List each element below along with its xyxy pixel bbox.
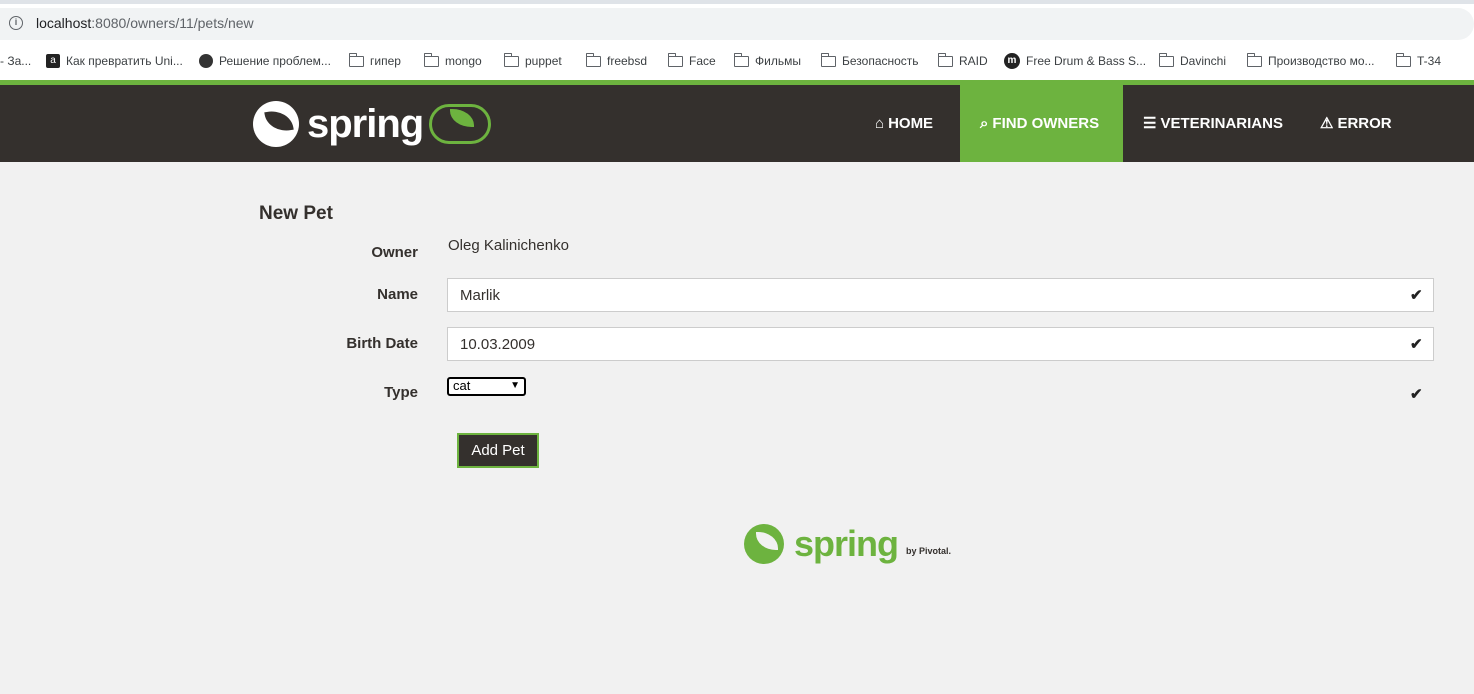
folder-icon <box>1246 52 1262 67</box>
folder-icon <box>820 52 836 67</box>
bookmark-label: Davinchi <box>1180 54 1227 68</box>
nav-find-owners[interactable]: ⌕ FIND OWNERS <box>960 85 1123 162</box>
list-icon: ☰ <box>1143 115 1157 132</box>
folder-icon <box>585 52 601 67</box>
folder-icon <box>423 52 439 67</box>
bookmark-label: puppet <box>525 54 562 68</box>
navbar: spring ⌂ HOME ⌕ FIND OWNERS ☰ VETERINARIANS… <box>0 85 1474 162</box>
spring-leaf-icon <box>253 101 299 147</box>
folder-icon <box>348 52 364 67</box>
footer-brand-text: spring <box>794 523 899 564</box>
bookmark-label: freebsd <box>607 54 648 68</box>
birth-date-label: Birth Date <box>346 335 418 352</box>
tab-strip-edge <box>0 0 1474 4</box>
bookmark-label: T-34 <box>1417 54 1442 68</box>
birth-date-input[interactable] <box>447 327 1434 361</box>
folder-icon <box>503 52 519 67</box>
bookmark-label: Face <box>689 54 716 68</box>
url-text[interactable]: localhost:8080/owners/11/pets/new <box>36 15 254 31</box>
name-valid-check-icon: ✔ <box>1410 287 1423 304</box>
bookmark-label: гипер <box>370 54 401 68</box>
cloud-leaf-icon <box>429 104 492 144</box>
nav-find-owners-label: FIND OWNERS <box>992 115 1100 132</box>
site-info-icon[interactable]: i <box>9 16 23 30</box>
folder-icon <box>733 52 749 67</box>
chevron-down-icon: ▼ <box>510 380 520 391</box>
bookmark-folder[interactable]: mongo <box>423 46 482 76</box>
a-icon: a <box>46 54 60 68</box>
bookmark-folder[interactable]: Face <box>667 46 716 76</box>
nav-home-label: HOME <box>888 115 934 132</box>
bookmark-label: Безопасность <box>842 54 919 68</box>
bookmark-label: - За... <box>0 54 32 68</box>
bookmark-folder[interactable]: Безопасность <box>820 46 919 76</box>
brand-logo[interactable]: spring <box>253 95 492 153</box>
bookmark-folder[interactable]: T-34 <box>1395 46 1442 76</box>
nav-veterinarians-label: VETERINARIANS <box>1160 115 1283 132</box>
bookmark-folder[interactable]: freebsd <box>585 46 648 76</box>
name-input[interactable] <box>447 278 1434 312</box>
spring-leaf-icon <box>744 524 784 564</box>
type-valid-check-icon: ✔ <box>1410 386 1423 403</box>
m-icon: m <box>1004 53 1020 69</box>
type-select-value: cat <box>453 378 471 393</box>
bookmark-folder[interactable]: puppet <box>503 46 562 76</box>
add-pet-button[interactable]: Add Pet <box>457 433 539 468</box>
footer-logo: spring by Pivotal. <box>744 523 951 565</box>
globe-icon <box>199 54 213 68</box>
bookmark-item[interactable]: m Free Drum & Bass S... <box>1004 46 1146 76</box>
footer-by-pivotal: by Pivotal. <box>906 546 952 556</box>
bookmark-label: mongo <box>445 54 482 68</box>
owner-value: Oleg Kalinichenko <box>448 237 569 254</box>
browser-address-bar: i localhost:8080/owners/11/pets/new <box>0 0 1474 46</box>
bookmark-folder[interactable]: Производство мо... <box>1246 46 1375 76</box>
bookmark-item[interactable]: - За... <box>0 46 31 76</box>
url-path: :8080/owners/11/pets/new <box>91 15 254 31</box>
folder-icon <box>937 52 953 67</box>
bookmark-folder[interactable]: Фильмы <box>733 46 801 76</box>
name-label: Name <box>377 286 418 303</box>
folder-icon <box>667 52 683 67</box>
birth-date-valid-check-icon: ✔ <box>1410 336 1423 353</box>
nav-error-label: ERROR <box>1337 115 1392 132</box>
warning-icon: ⚠ <box>1320 115 1334 132</box>
page-title: New Pet <box>259 203 333 224</box>
bookmark-label: Free Drum & Bass S... <box>1026 54 1147 68</box>
bookmark-folder[interactable]: RAID <box>937 46 988 76</box>
url-host: localhost <box>36 15 92 31</box>
bookmark-label: Производство мо... <box>1268 54 1375 68</box>
nav-error[interactable]: ⚠ ERROR <box>1300 85 1410 162</box>
owner-label: Owner <box>371 244 418 261</box>
search-icon: ⌕ <box>980 115 989 132</box>
type-label: Type <box>384 384 418 401</box>
bookmark-folder[interactable]: гипер <box>348 46 401 76</box>
bookmark-folder[interactable]: Davinchi <box>1158 46 1227 76</box>
bookmark-label: Решение проблем... <box>219 54 331 68</box>
bookmark-label: RAID <box>959 54 988 68</box>
bookmark-item[interactable]: a Как превратить Uni... <box>46 46 183 76</box>
home-icon: ⌂ <box>875 115 885 132</box>
bookmark-label: Как превратить Uni... <box>66 54 183 68</box>
nav-veterinarians[interactable]: ☰ VETERINARIANS <box>1123 85 1300 162</box>
folder-icon <box>1158 52 1174 67</box>
bookmark-label: Фильмы <box>755 54 801 68</box>
bookmark-item[interactable]: Решение проблем... <box>199 46 331 76</box>
nav-home[interactable]: ⌂ HOME <box>855 85 960 162</box>
bookmarks-bar: - За... a Как превратить Uni... Решение п… <box>0 46 1474 80</box>
type-select[interactable]: cat ▼ <box>447 377 526 396</box>
folder-icon <box>1395 52 1411 67</box>
brand-text: spring <box>307 101 424 146</box>
